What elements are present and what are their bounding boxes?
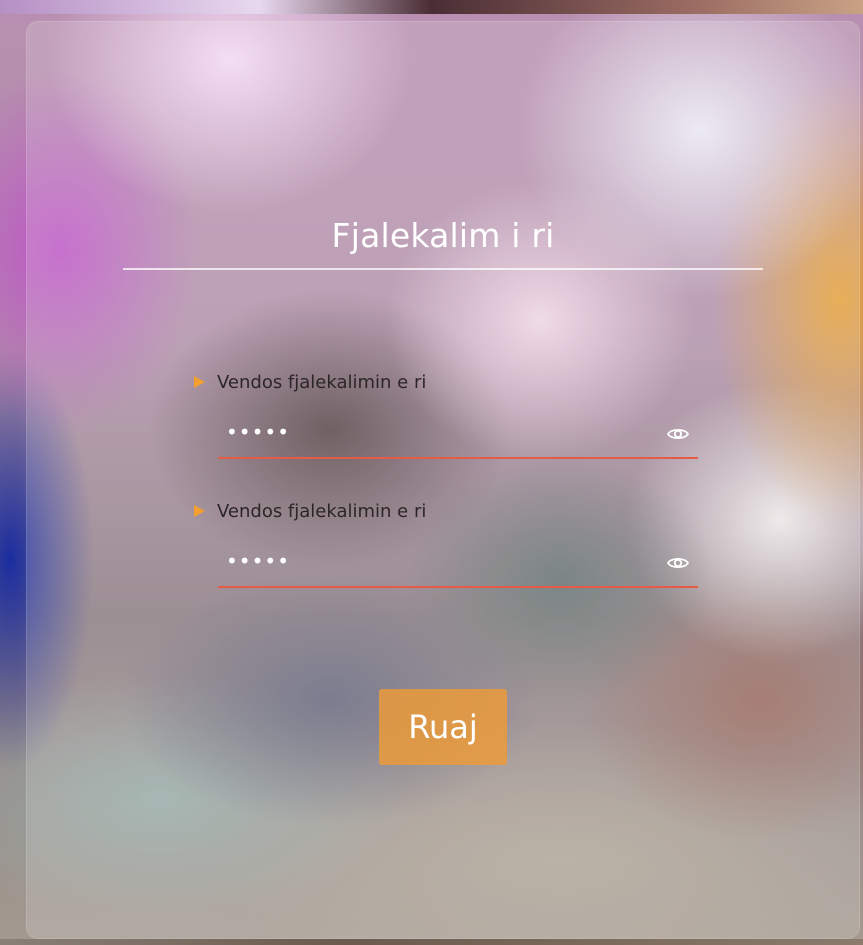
- confirm-password-label-text: Vendos fjalekalimin e ri: [217, 500, 427, 522]
- form-title: Fjalekalim i ri: [331, 216, 555, 255]
- confirm-password-input[interactable]: [226, 546, 646, 576]
- arrow-right-icon: [194, 505, 205, 517]
- eye-icon[interactable]: [666, 422, 690, 446]
- new-password-card: Fjalekalim i ri Vendos fjalekalimin e ri…: [26, 21, 860, 939]
- background-top-edge: [0, 0, 863, 14]
- confirm-password-label: Vendos fjalekalimin e ri: [194, 500, 426, 522]
- title-divider: [123, 268, 763, 270]
- save-button[interactable]: Ruaj: [379, 689, 507, 765]
- background-bottom-edge: [0, 939, 863, 945]
- arrow-right-icon: [194, 376, 205, 388]
- eye-icon[interactable]: [666, 551, 690, 575]
- new-password-field: [218, 413, 698, 459]
- page: Fjalekalim i ri Vendos fjalekalimin e ri…: [0, 0, 863, 945]
- new-password-input[interactable]: [226, 417, 646, 447]
- new-password-label-text: Vendos fjalekalimin e ri: [217, 371, 427, 393]
- confirm-password-field: [218, 542, 698, 588]
- new-password-label: Vendos fjalekalimin e ri: [194, 371, 426, 393]
